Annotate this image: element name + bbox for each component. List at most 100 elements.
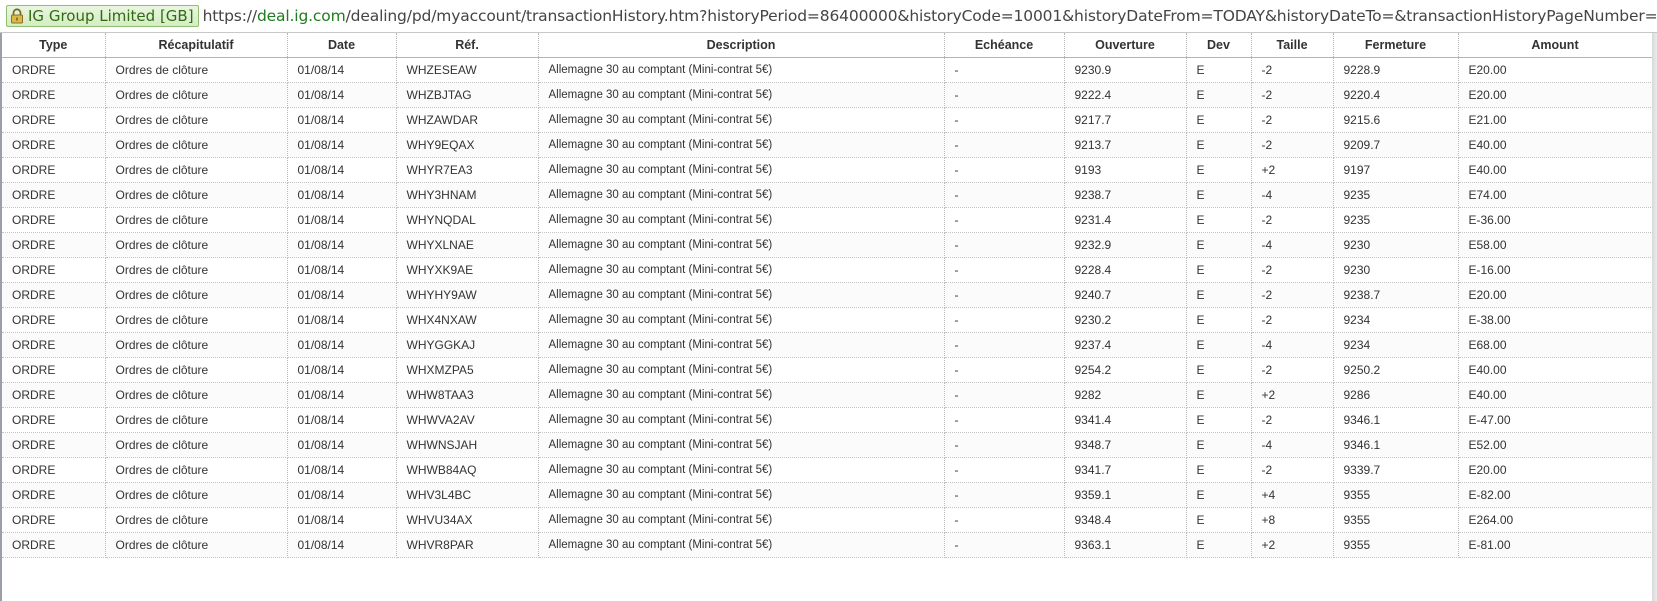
- cell-type: ORDRE: [2, 332, 106, 358]
- cell-echeance: -: [944, 482, 1065, 508]
- cell-dev: E: [1186, 432, 1252, 458]
- cell-fermeture: 9215.6: [1333, 107, 1459, 133]
- cell-date: 01/08/14: [287, 57, 397, 83]
- cell-recapitulatif: Ordres de clôture: [105, 282, 288, 308]
- table-row[interactable]: ORDRE Ordres de clôture 01/08/14 WHVR8PAR Al…: [2, 532, 1652, 558]
- cell-recapitulatif: Ordres de clôture: [105, 107, 288, 133]
- cell-date: 01/08/14: [287, 132, 397, 158]
- ssl-identity-label: IG Group Limited [GB]: [28, 7, 194, 25]
- column-header-description[interactable]: Description: [538, 33, 945, 58]
- table-row[interactable]: ORDRE Ordres de clôture 01/08/14 WHX4NXAW Al…: [2, 307, 1652, 333]
- table-row[interactable]: ORDRE Ordres de clôture 01/08/14 WHWVA2AV Al…: [2, 407, 1652, 433]
- column-header-amount[interactable]: Amount: [1458, 33, 1652, 58]
- cell-date: 01/08/14: [287, 382, 397, 408]
- ssl-identity-badge[interactable]: IG Group Limited [GB]: [6, 5, 199, 27]
- cell-dev: E: [1186, 257, 1252, 283]
- cell-ref: WHZESEAW: [396, 57, 539, 83]
- table-row[interactable]: ORDRE Ordres de clôture 01/08/14 WHVU34AX Al…: [2, 507, 1652, 533]
- table-row[interactable]: ORDRE Ordres de clôture 01/08/14 WHZESEAW Al…: [2, 57, 1652, 83]
- url-path: /dealing/pd/myaccount/transactionHistory…: [345, 7, 1657, 25]
- cell-recapitulatif: Ordres de clôture: [105, 432, 288, 458]
- table-row[interactable]: ORDRE Ordres de clôture 01/08/14 WHYNQDAL Al…: [2, 207, 1652, 233]
- cell-ref: WHXMZPA5: [396, 357, 539, 383]
- table-row[interactable]: ORDRE Ordres de clôture 01/08/14 WHYXLNAE Al…: [2, 232, 1652, 258]
- cell-recapitulatif: Ordres de clôture: [105, 82, 288, 108]
- cell-type: ORDRE: [2, 532, 106, 558]
- cell-dev: E: [1186, 307, 1252, 333]
- cell-amount: E-82.00: [1458, 482, 1652, 508]
- cell-ouverture: 9228.4: [1064, 257, 1187, 283]
- table-row[interactable]: ORDRE Ordres de clôture 01/08/14 WHZBJTAG Al…: [2, 82, 1652, 108]
- cell-ouverture: 9238.7: [1064, 182, 1187, 208]
- column-header-type[interactable]: Type: [2, 33, 106, 58]
- column-header-recapitulatif[interactable]: Récapitulatif: [105, 33, 288, 58]
- table-row[interactable]: ORDRE Ordres de clôture 01/08/14 WHYR7EA3 Al…: [2, 157, 1652, 183]
- cell-dev: E: [1186, 482, 1252, 508]
- cell-recapitulatif: Ordres de clôture: [105, 57, 288, 83]
- cell-type: ORDRE: [2, 432, 106, 458]
- cell-type: ORDRE: [2, 482, 106, 508]
- cell-amount: E-81.00: [1458, 532, 1652, 558]
- table-row[interactable]: ORDRE Ordres de clôture 01/08/14 WHYHY9AW Al…: [2, 282, 1652, 308]
- cell-amount: E-38.00: [1458, 307, 1652, 333]
- cell-ouverture: 9363.1: [1064, 532, 1187, 558]
- cell-description: Allemagne 30 au comptant (Mini-contrat 5…: [538, 182, 945, 208]
- cell-echeance: -: [944, 157, 1065, 183]
- cell-fermeture: 9346.1: [1333, 407, 1459, 433]
- table-row[interactable]: ORDRE Ordres de clôture 01/08/14 WHXMZPA5 Al…: [2, 357, 1652, 383]
- cell-fermeture: 9230: [1333, 257, 1459, 283]
- cell-ref: WHYR7EA3: [396, 157, 539, 183]
- cell-description: Allemagne 30 au comptant (Mini-contrat 5…: [538, 532, 945, 558]
- cell-fermeture: 9339.7: [1333, 457, 1459, 483]
- cell-amount: E40.00: [1458, 157, 1652, 183]
- cell-fermeture: 9238.7: [1333, 282, 1459, 308]
- cell-ouverture: 9232.9: [1064, 232, 1187, 258]
- table-row[interactable]: ORDRE Ordres de clôture 01/08/14 WHWB84AQ Al…: [2, 457, 1652, 483]
- table-row[interactable]: ORDRE Ordres de clôture 01/08/14 WHYGGKAJ Al…: [2, 332, 1652, 358]
- url-scheme: https://: [202, 7, 258, 25]
- cell-taille: -2: [1251, 282, 1334, 308]
- cell-dev: E: [1186, 232, 1252, 258]
- table-row[interactable]: ORDRE Ordres de clôture 01/08/14 WHY3HNAM Al…: [2, 182, 1652, 208]
- cell-type: ORDRE: [2, 257, 106, 283]
- cell-amount: E20.00: [1458, 457, 1652, 483]
- cell-taille: -2: [1251, 207, 1334, 233]
- column-header-fermeture[interactable]: Fermeture: [1333, 33, 1459, 58]
- cell-echeance: -: [944, 232, 1065, 258]
- cell-recapitulatif: Ordres de clôture: [105, 382, 288, 408]
- column-header-dev[interactable]: Dev: [1186, 33, 1252, 58]
- cell-amount: E21.00: [1458, 107, 1652, 133]
- cell-fermeture: 9234: [1333, 307, 1459, 333]
- column-header-date[interactable]: Date: [287, 33, 397, 58]
- cell-type: ORDRE: [2, 82, 106, 108]
- cell-description: Allemagne 30 au comptant (Mini-contrat 5…: [538, 232, 945, 258]
- cell-ref: WHV3L4BC: [396, 482, 539, 508]
- table-row[interactable]: ORDRE Ordres de clôture 01/08/14 WHZAWDAR Al…: [2, 107, 1652, 133]
- cell-amount: E52.00: [1458, 432, 1652, 458]
- column-header-ouverture[interactable]: Ouverture: [1064, 33, 1187, 58]
- cell-date: 01/08/14: [287, 307, 397, 333]
- cell-type: ORDRE: [2, 207, 106, 233]
- cell-type: ORDRE: [2, 407, 106, 433]
- cell-amount: E-47.00: [1458, 407, 1652, 433]
- column-header-echeance[interactable]: Echéance: [944, 33, 1065, 58]
- cell-taille: -2: [1251, 257, 1334, 283]
- table-row[interactable]: ORDRE Ordres de clôture 01/08/14 WHY9EQAX Al…: [2, 132, 1652, 158]
- cell-echeance: -: [944, 257, 1065, 283]
- cell-description: Allemagne 30 au comptant (Mini-contrat 5…: [538, 157, 945, 183]
- cell-ouverture: 9341.7: [1064, 457, 1187, 483]
- cell-taille: +2: [1251, 532, 1334, 558]
- table-body: ORDRE Ordres de clôture 01/08/14 WHZESEAW Al…: [2, 57, 1652, 558]
- table-row[interactable]: ORDRE Ordres de clôture 01/08/14 WHV3L4BC Al…: [2, 482, 1652, 508]
- cell-recapitulatif: Ordres de clôture: [105, 232, 288, 258]
- url-text[interactable]: https://deal.ig.com/dealing/pd/myaccount…: [203, 7, 1657, 25]
- column-header-taille[interactable]: Taille: [1251, 33, 1334, 58]
- table-row[interactable]: ORDRE Ordres de clôture 01/08/14 WHYXK9AE Al…: [2, 257, 1652, 283]
- table-row[interactable]: ORDRE Ordres de clôture 01/08/14 WHWNSJAH Al…: [2, 432, 1652, 458]
- cell-recapitulatif: Ordres de clôture: [105, 532, 288, 558]
- table-row[interactable]: ORDRE Ordres de clôture 01/08/14 WHW8TAA3 Al…: [2, 382, 1652, 408]
- cell-ref: WHZAWDAR: [396, 107, 539, 133]
- address-bar[interactable]: IG Group Limited [GB] https://deal.ig.co…: [0, 0, 1657, 33]
- cell-type: ORDRE: [2, 132, 106, 158]
- column-header-ref[interactable]: Réf.: [396, 33, 539, 58]
